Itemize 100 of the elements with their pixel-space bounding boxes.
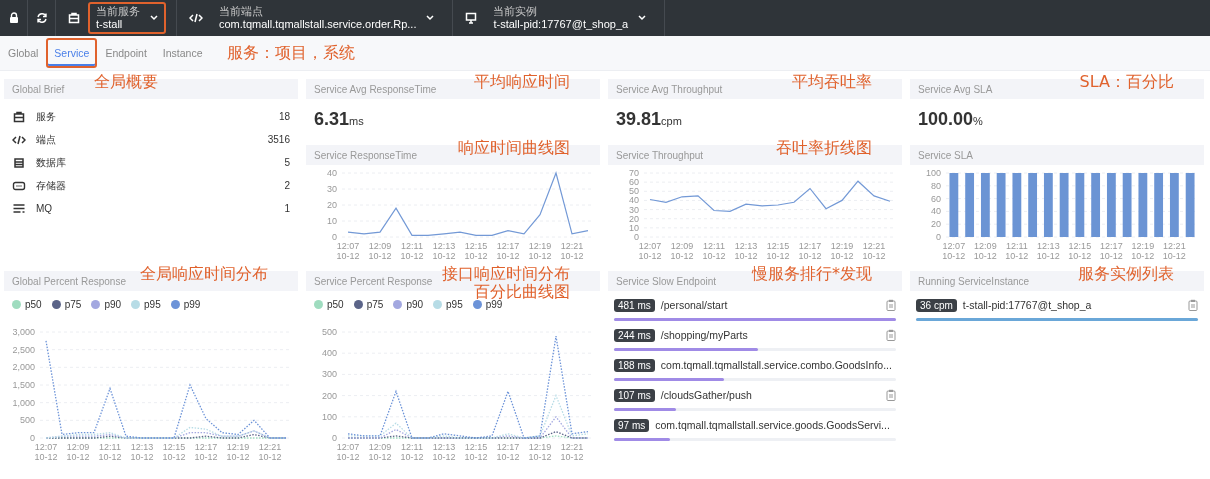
axis-label: 12:15 10-12: [162, 442, 186, 462]
axis-label: 60: [931, 193, 941, 204]
instance-name[interactable]: t-stall-pid:17767@t_shop_a: [962, 299, 1182, 311]
axis-label: 12:09 10-12: [66, 442, 90, 462]
axis-label: 70: [629, 168, 639, 178]
axis-label: 12:13 10-12: [734, 241, 758, 261]
tab[interactable]: Service: [46, 38, 98, 68]
highlighted-selector[interactable]: 当前服务 t-stall: [88, 2, 166, 34]
latency-badge: 107 ms: [614, 388, 655, 402]
brief-count: 1: [284, 203, 290, 214]
clipboard-icon[interactable]: [886, 299, 896, 311]
brief-count: 5: [284, 157, 290, 168]
selector-value: t-stall-pid:17767@t_shop_a: [493, 18, 629, 31]
axis-label: 12:21 10-12: [258, 442, 282, 462]
brief-label: 数据库: [36, 155, 67, 170]
axis-label: 12:09 10-12: [670, 241, 694, 261]
legend-label[interactable]: p90: [104, 299, 122, 310]
axis-label: 12:11 10-12: [98, 442, 122, 462]
metric-unit: %: [973, 115, 983, 127]
database-icon: [12, 156, 26, 169]
axis-label: 12:13 10-12: [130, 442, 154, 462]
clipboard-icon[interactable]: [886, 329, 896, 341]
latency-badge: 188 ms: [614, 358, 655, 372]
legend-label[interactable]: p99: [485, 299, 503, 310]
legend-label[interactable]: p99: [183, 299, 201, 310]
chevron-icon: [150, 15, 158, 21]
chart-bar: [1122, 173, 1132, 237]
metric-unit: cpm: [661, 115, 682, 127]
axis-label: 12:13 10-12: [1036, 241, 1060, 261]
annotation: 吞吐率折线图: [776, 139, 872, 157]
axis-label: 30: [327, 184, 337, 194]
legend-label[interactable]: p95: [446, 299, 463, 310]
axis-label: 20: [327, 200, 337, 210]
axis-label: 12:15 10-12: [464, 241, 488, 261]
chart-bar: [1185, 173, 1195, 237]
selector-label: 当前实例: [493, 5, 539, 18]
selector[interactable]: 当前实例 t-stall-pid:17767@t_shop_a: [485, 2, 655, 34]
axis-label: 500: [321, 327, 337, 337]
tab[interactable]: Endpoint: [97, 38, 155, 68]
tab[interactable]: Instance: [154, 38, 211, 68]
axis-label: 40: [931, 206, 941, 217]
latency-badge: 97 ms: [614, 418, 650, 432]
axis-label: 12:17 10-12: [496, 442, 520, 462]
chevron-icon: [638, 15, 647, 21]
storage-icon: [12, 180, 26, 191]
axis-label: 0: [30, 433, 35, 443]
axis-label: 12:07 10-12: [34, 442, 58, 462]
axis-label: 12:15 10-12: [1068, 241, 1092, 261]
legend-label[interactable]: p90: [406, 299, 424, 310]
axis-label: 0: [936, 232, 941, 242]
panel-title: Global Percent Response: [12, 275, 126, 287]
chart-bar: [1106, 173, 1116, 237]
legend-label[interactable]: p75: [366, 299, 384, 310]
chart-bar: [949, 173, 959, 237]
annotation: 接口响应时间分布百分比曲线图: [441, 265, 570, 301]
axis-label: 12:11 10-12: [400, 442, 424, 462]
annotation: 平均吞吐率: [792, 73, 872, 91]
axis-label: 12:15 10-12: [766, 241, 790, 261]
annotation: 服务：项目，系统: [226, 42, 355, 64]
endpoint-name[interactable]: com.tqmall.tqmallstall.service.combo.GoodsInfo...: [660, 359, 892, 371]
brief-label: 存储器: [36, 178, 67, 193]
clipboard-icon[interactable]: [1188, 299, 1198, 311]
brief-count: 3516: [267, 134, 290, 145]
axis-label: 12:07 10-12: [638, 241, 662, 261]
refresh-icon: [35, 12, 48, 24]
axis-label: 12:17 10-12: [798, 241, 822, 261]
endpoint-name[interactable]: /cloudsGather/push: [660, 389, 880, 401]
axis-label: 3,000: [12, 327, 35, 337]
axis-label: 1,500: [12, 380, 35, 390]
axis-label: 2,500: [12, 344, 35, 355]
chart-bar: [965, 173, 975, 237]
legend-label[interactable]: p75: [64, 299, 82, 310]
axis-label: 12:19 10-12: [1131, 241, 1155, 261]
annotation: 慢服务排行*发现: [752, 265, 872, 283]
axis-label: 30: [629, 204, 639, 215]
metric-value: 100.00: [918, 109, 974, 130]
tab[interactable]: Global: [0, 38, 47, 68]
endpoint-name[interactable]: com.tqmall.tqmallstall.service.goods.GoodsServi...: [655, 419, 890, 431]
legend-label[interactable]: p95: [144, 299, 161, 310]
clipboard-icon[interactable]: [886, 389, 896, 401]
axis-label: 500: [19, 415, 35, 426]
axis-label: 12:09 10-12: [973, 241, 997, 261]
selector[interactable]: 当前端点 com.tqmall.tqmallstall.service.order.Rp...: [211, 2, 443, 34]
axis-label: 12:17 10-12: [1099, 241, 1123, 261]
metric-value: 39.81: [616, 109, 662, 130]
code-icon: [12, 133, 26, 146]
selector-value: com.tqmall.tqmallstall.service.order.Rp...: [219, 18, 417, 31]
chart-bar: [1138, 173, 1148, 237]
code-icon: [189, 12, 203, 24]
axis-label: 40: [629, 195, 639, 206]
metric-unit: ms: [349, 115, 364, 127]
endpoint-name[interactable]: /personal/start: [660, 299, 880, 311]
legend-label[interactable]: p50: [25, 299, 42, 310]
endpoint-name[interactable]: /shopping/myParts: [660, 329, 880, 341]
axis-label: 12:09 10-12: [368, 241, 392, 261]
axis-label: 1,000: [12, 397, 35, 408]
annotation: 服务实例列表: [1078, 265, 1174, 283]
legend-label[interactable]: p50: [327, 299, 344, 310]
axis-label: 12:19 10-12: [528, 241, 552, 261]
axis-label: 12:13 10-12: [432, 241, 456, 261]
